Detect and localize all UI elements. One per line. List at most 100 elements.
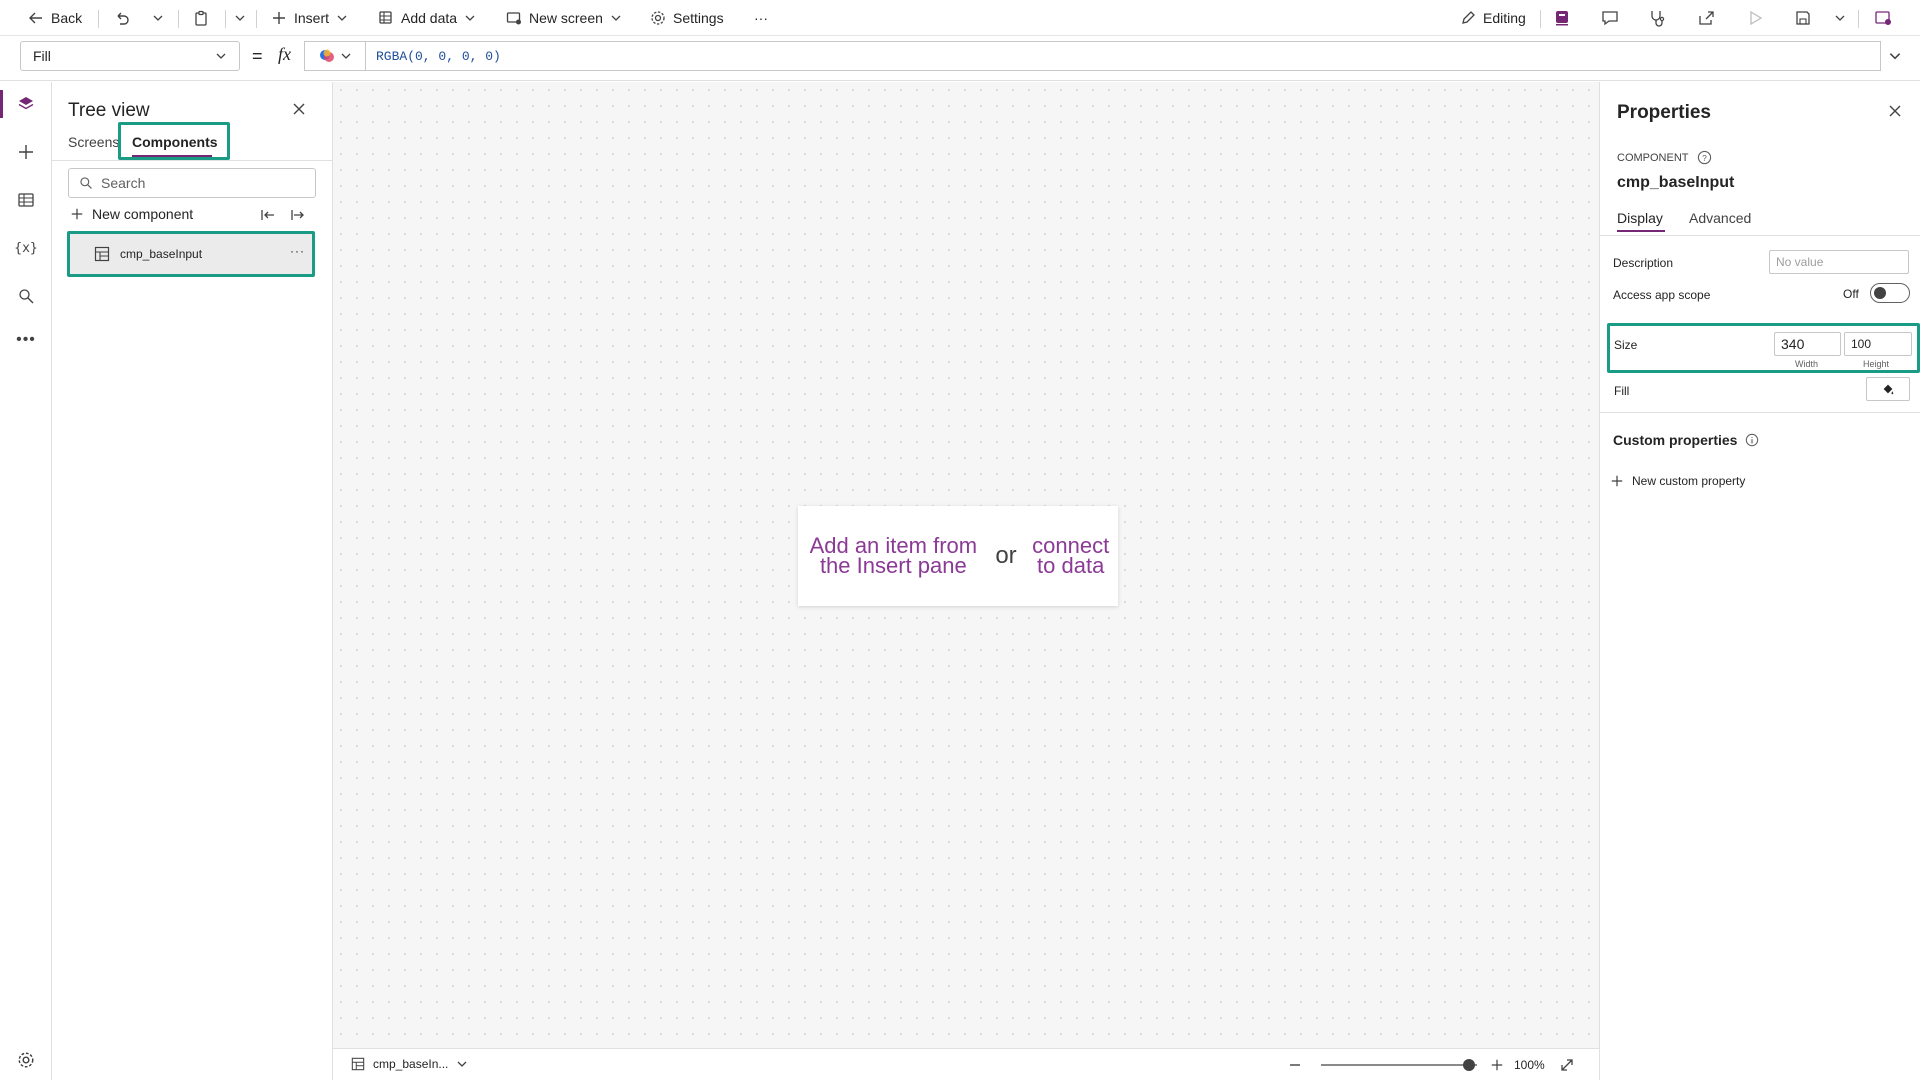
app-checker-button[interactable] xyxy=(1648,6,1666,30)
expand-diagonal-icon xyxy=(1559,1057,1575,1073)
height-caption: Height xyxy=(1863,359,1890,369)
info-icon[interactable] xyxy=(1745,433,1759,447)
help-icon[interactable]: ? xyxy=(1697,150,1712,165)
description-input[interactable]: No value xyxy=(1769,250,1909,274)
copilot-formula-button[interactable] xyxy=(304,41,366,71)
copilot-button[interactable] xyxy=(1553,6,1571,30)
tab-display[interactable]: Display xyxy=(1617,210,1663,226)
custom-properties-title: Custom properties xyxy=(1613,432,1738,448)
paste-button[interactable] xyxy=(193,6,209,30)
save-icon xyxy=(1794,9,1812,27)
tree-view-pane: Tree view Screens Components Search New … xyxy=(52,82,333,1080)
expand-all-button[interactable] xyxy=(290,208,306,225)
add-data-button[interactable]: Add data xyxy=(378,6,476,30)
chevron-down-icon xyxy=(215,50,227,62)
component-selector[interactable]: cmp_baseIn... xyxy=(351,1057,468,1071)
stethoscope-icon xyxy=(1648,9,1666,27)
fill-color-picker[interactable] xyxy=(1866,377,1910,401)
properties-pane: Properties COMPONENT ? cmp_baseInput Dis… xyxy=(1599,82,1920,1080)
collapse-all-button[interactable] xyxy=(260,208,276,225)
command-bar: Back Insert Add data New screen Settings… xyxy=(0,0,1920,36)
new-screen-button[interactable]: New screen xyxy=(506,6,622,30)
database-add-icon xyxy=(378,10,394,26)
save-dropdown[interactable] xyxy=(1834,6,1846,30)
search-input[interactable]: Search xyxy=(68,168,316,198)
minus-icon xyxy=(1288,1058,1302,1072)
rail-tree-view[interactable] xyxy=(8,86,44,122)
back-button[interactable]: Back xyxy=(28,6,82,30)
zoom-level: 100% xyxy=(1514,1058,1545,1072)
component-kind-label: COMPONENT xyxy=(1617,151,1689,164)
width-input[interactable]: 340 xyxy=(1774,332,1841,356)
more-label: ··· xyxy=(754,10,768,26)
comments-button[interactable] xyxy=(1601,6,1619,30)
rail-search[interactable] xyxy=(8,278,44,314)
zoom-slider-thumb[interactable] xyxy=(1463,1059,1475,1071)
search-icon xyxy=(79,176,93,190)
tab-divider xyxy=(1600,235,1920,236)
fit-to-window-button[interactable] xyxy=(1559,1057,1575,1076)
access-scope-toggle[interactable] xyxy=(1870,283,1910,303)
width-caption: Width xyxy=(1795,359,1819,369)
more-commands-button[interactable]: ··· xyxy=(754,6,768,30)
arrow-left-icon xyxy=(28,10,44,26)
expand-formula-button[interactable] xyxy=(1888,49,1902,66)
new-custom-property-label: New custom property xyxy=(1632,474,1746,488)
share-button[interactable] xyxy=(1697,6,1715,30)
tree-view-title: Tree view xyxy=(68,100,150,121)
chevron-down-icon xyxy=(234,12,246,24)
rail-settings[interactable] xyxy=(8,1042,44,1078)
chevron-down-icon xyxy=(610,12,622,24)
property-value: Fill xyxy=(33,48,51,64)
preview-button[interactable] xyxy=(1746,6,1764,30)
height-input[interactable]: 100 xyxy=(1844,332,1912,356)
rail-variables[interactable]: {x} xyxy=(8,230,44,266)
rail-insert[interactable] xyxy=(8,134,44,170)
rail-more[interactable]: ••• xyxy=(8,322,44,358)
connect-data-link[interactable]: connect to data xyxy=(1031,535,1111,577)
highlight-components-tab xyxy=(118,122,230,160)
tab-advanced[interactable]: Advanced xyxy=(1689,210,1751,226)
chevron-down-icon xyxy=(1834,12,1846,24)
close-icon xyxy=(1888,104,1902,118)
height-value: 100 xyxy=(1851,337,1872,351)
search-icon xyxy=(17,287,35,305)
paste-dropdown[interactable] xyxy=(234,6,246,30)
new-component-button[interactable]: New component xyxy=(70,206,193,222)
design-canvas[interactable]: Add an item from the Insert pane or conn… xyxy=(333,82,1599,1048)
description-placeholder: No value xyxy=(1776,255,1824,269)
undo-dropdown[interactable] xyxy=(152,6,164,30)
close-tree-button[interactable] xyxy=(292,102,306,119)
status-bar: cmp_baseIn... 100% xyxy=(333,1048,1599,1080)
zoom-out-button[interactable] xyxy=(1288,1058,1302,1075)
insert-pane-link[interactable]: Add an item from the Insert pane xyxy=(805,535,981,577)
new-custom-property-button[interactable]: New custom property xyxy=(1610,474,1745,488)
rail-data[interactable] xyxy=(8,182,44,218)
save-button[interactable] xyxy=(1794,6,1812,30)
tab-screens[interactable]: Screens xyxy=(68,134,119,150)
settings-button[interactable]: Settings xyxy=(650,6,724,30)
property-dropdown[interactable]: Fill xyxy=(20,41,240,71)
chevron-down-icon xyxy=(152,12,164,24)
new-component-label: New component xyxy=(92,206,194,222)
formula-input[interactable]: RGBA(0, 0, 0, 0) xyxy=(366,41,1881,71)
plus-icon xyxy=(271,10,287,26)
highlight-component-item xyxy=(67,231,315,277)
publish-button[interactable] xyxy=(1874,6,1892,30)
formula-bar: Fill = fx RGBA(0, 0, 0, 0) xyxy=(0,36,1920,81)
play-icon xyxy=(1746,9,1764,27)
editing-mode-button[interactable]: Editing xyxy=(1460,6,1526,30)
size-label: Size xyxy=(1614,338,1638,352)
plus-icon xyxy=(17,143,35,161)
component-name: cmp_baseInput xyxy=(1617,174,1735,191)
insert-button[interactable]: Insert xyxy=(271,6,348,30)
close-properties-button[interactable] xyxy=(1888,104,1902,121)
back-label: Back xyxy=(51,10,83,26)
publish-icon xyxy=(1874,9,1892,27)
zoom-in-button[interactable] xyxy=(1490,1058,1504,1075)
zoom-slider[interactable] xyxy=(1321,1064,1477,1066)
add-data-label: Add data xyxy=(401,10,458,26)
comment-icon xyxy=(1601,9,1619,27)
clipboard-icon xyxy=(193,10,209,26)
undo-button[interactable] xyxy=(114,6,130,30)
